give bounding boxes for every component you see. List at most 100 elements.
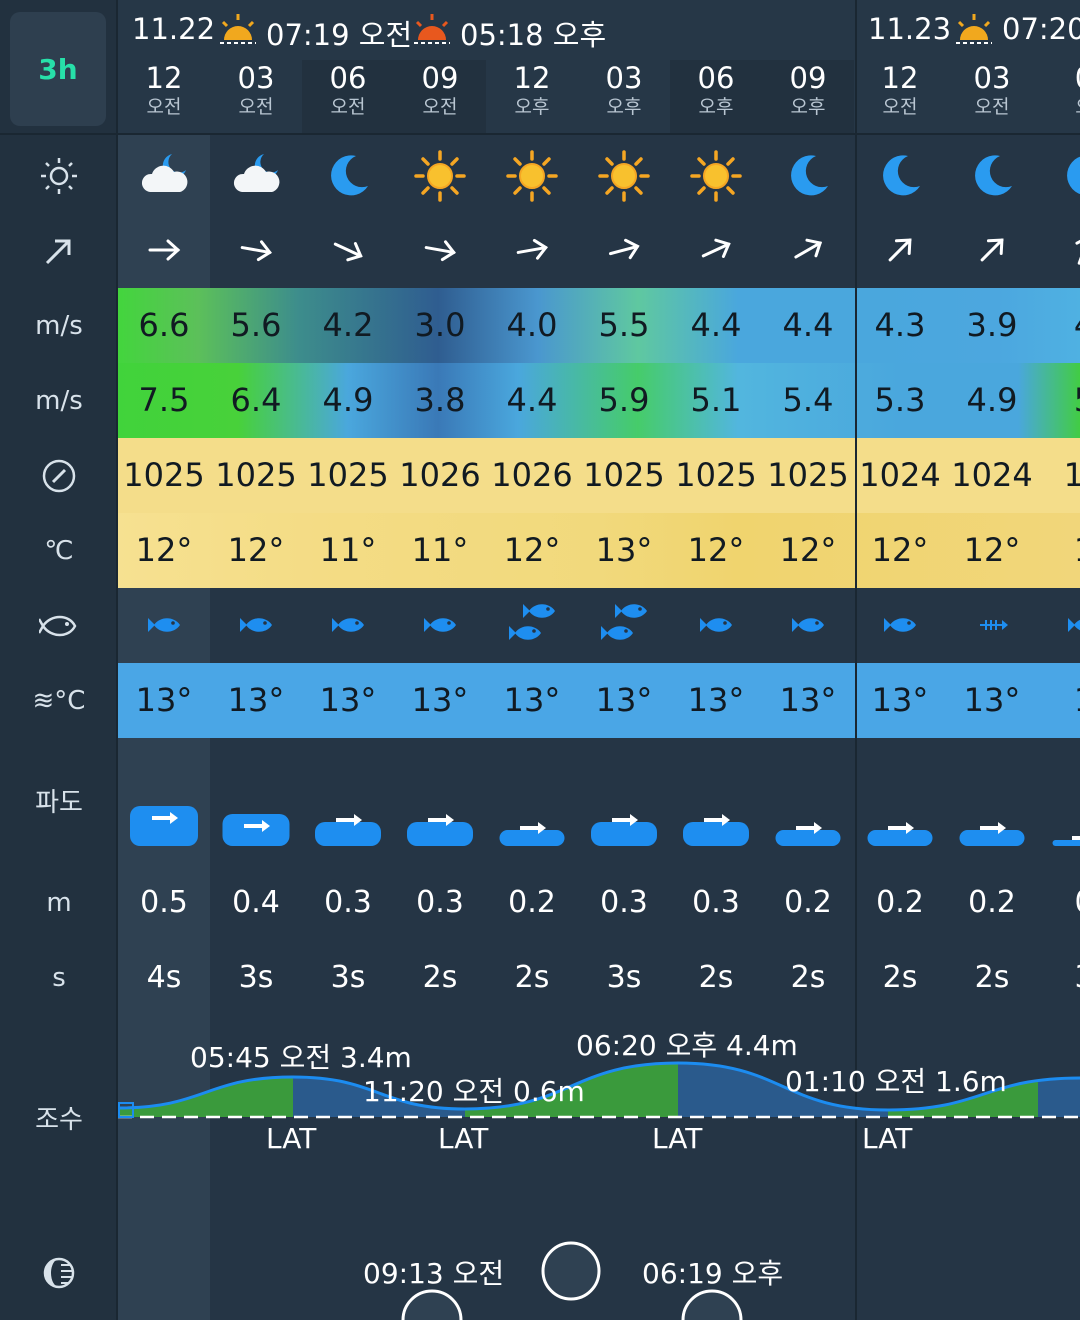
wind-direction-arrow-icon [854, 230, 946, 270]
fish-row-icon [0, 588, 118, 663]
temperature-value: 12° [779, 531, 837, 569]
hour-column-header[interactable]: 06 오후 [670, 60, 762, 132]
moonset-icon [681, 1289, 743, 1320]
hour-column-header[interactable]: 03 오전 [946, 60, 1038, 132]
hour-column-header[interactable]: 12 오전 [118, 60, 210, 132]
wave-height-value: 0.3 [600, 885, 648, 920]
fish-icon [1038, 614, 1080, 638]
fish-icon [670, 614, 762, 638]
hour-column-header[interactable]: 12 오전 [854, 60, 946, 132]
ampm-label: 오후 [790, 96, 826, 118]
water-temp-value: 13° [411, 681, 469, 719]
ampm-label: 오전 [422, 96, 458, 118]
moon-row-icon [0, 1245, 118, 1300]
ampm-label: 오후 [698, 96, 734, 118]
temperature-unit: ℃ [44, 535, 74, 566]
wind-direction-arrow-icon [1038, 230, 1080, 270]
water-temp-value: 13° [871, 681, 929, 719]
lat-label: LAT [266, 1122, 317, 1155]
lat-label: LAT [652, 1122, 703, 1155]
temperature-value: 11° [411, 531, 469, 569]
lat-label: LAT [438, 1122, 489, 1155]
tide-label: 조수 [35, 1105, 83, 1135]
temperature-value: 12° [871, 531, 929, 569]
hour-label: 03 [237, 61, 275, 95]
ampm-label: 오후 [514, 96, 550, 118]
pressure-value: 1024 [859, 456, 941, 494]
hour-column-header[interactable]: 0오 [1038, 60, 1080, 132]
wind-speed-value: 5.6 [230, 306, 282, 344]
wave-height-value: 0.4 [232, 885, 280, 920]
wind-speed-value: 6.6 [138, 306, 190, 344]
moon-icon [1038, 148, 1080, 204]
wave-height-value: 0.2 [784, 885, 832, 920]
wind-gust-value: 5.1 [690, 381, 742, 419]
wind-speed-value: 3.0 [414, 306, 466, 344]
water-temp-value: 1 [1038, 663, 1080, 738]
wave-period-value: 3 [1038, 950, 1080, 1005]
hour-label: 12 [513, 61, 551, 95]
day1-sunset: 05:18 오후 [460, 18, 607, 52]
wave-direction-icon [302, 800, 394, 850]
wind-gust-value: 5.9 [598, 381, 650, 419]
day1-sunrise: 07:19 오전 [266, 18, 413, 52]
pressure-value: 1025 [675, 456, 757, 494]
wave-period-value: 3s [330, 960, 366, 995]
water-temp-value: 13° [135, 681, 193, 719]
pressure-value: 1025 [583, 456, 665, 494]
hour-column-header[interactable]: 09 오전 [394, 60, 486, 132]
ampm-label: 오전 [330, 96, 366, 118]
wind-direction-row-icon [0, 215, 118, 287]
interval-button[interactable]: 3h [10, 12, 106, 126]
hour-column-header[interactable]: 06 오전 [302, 60, 394, 132]
sun-icon [670, 148, 762, 204]
sun-icon [486, 148, 578, 204]
lat-label: LAT [862, 1122, 913, 1155]
hour-label: 0 [1038, 60, 1080, 96]
wave-height-value: 0 [1038, 875, 1080, 930]
fish-icon [762, 614, 854, 638]
hour-column-header[interactable]: 12 오후 [486, 60, 578, 132]
fish-icon [302, 614, 394, 638]
hour-label: 06 [697, 61, 735, 95]
cloud-moon-icon [210, 148, 302, 204]
day1-date: 11.22 [132, 12, 216, 46]
pressure-value: 1025 [215, 456, 297, 494]
wind-direction-arrow-icon [946, 230, 1038, 270]
water-temp-value: 13° [963, 681, 1021, 719]
wind-direction-arrow-icon [670, 230, 762, 270]
hour-column-header[interactable]: 03 오전 [210, 60, 302, 132]
hour-label: 12 [145, 61, 183, 95]
wind-speed-value: 4.4 [690, 306, 742, 344]
wave-direction-icon [1038, 800, 1080, 850]
tide-low-2: 01:10 오전 1.6m [785, 1065, 1007, 1098]
wave-height-value: 0.3 [692, 885, 740, 920]
wave-height-value: 0.3 [324, 885, 372, 920]
ampm-label: 오전 [882, 96, 918, 118]
wave-period-unit: s [52, 962, 66, 993]
wind-direction-arrow-icon [762, 230, 854, 270]
wind-speed-value: 4.3 [874, 306, 926, 344]
wave-direction-icon [946, 800, 1038, 850]
day2-sunrise: 07:20 [1002, 12, 1080, 46]
pressure-value: 1025 [307, 456, 389, 494]
moon-icon [762, 148, 854, 204]
wave-period-value: 4s [146, 960, 182, 995]
pressure-value: 10 [1063, 456, 1080, 494]
wave-period-value: 2s [514, 960, 550, 995]
fish-icon [578, 600, 670, 650]
hour-column-header[interactable]: 03 오후 [578, 60, 670, 132]
wind-gust-value: 4.4 [506, 381, 558, 419]
temperature-value: 12° [963, 531, 1021, 569]
temperature-value: 13° [595, 531, 653, 569]
pressure-value: 1024 [951, 456, 1033, 494]
water-temp-value: 13° [319, 681, 377, 719]
ampm-label: 오전 [974, 96, 1010, 118]
wave-height-value: 0.2 [968, 885, 1016, 920]
wave-period-value: 2s [698, 960, 734, 995]
wind-gust-value: 5.4 [782, 381, 834, 419]
hour-label: 03 [973, 61, 1011, 95]
pressure-row-icon [0, 438, 118, 513]
hour-column-header[interactable]: 09 오후 [762, 60, 854, 132]
moon-phase-icon [541, 1241, 601, 1301]
